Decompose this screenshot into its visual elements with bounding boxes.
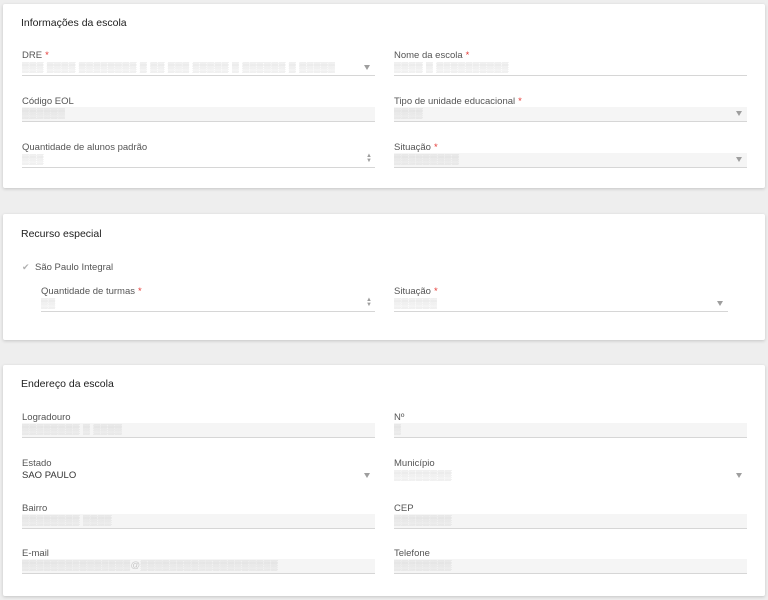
- municipio-value: ▒▒▒▒▒▒▒▒: [394, 470, 452, 481]
- codigo-eol-value: ▒▒▒▒▒▒: [22, 108, 66, 119]
- required-marker: *: [433, 142, 438, 153]
- required-marker: *: [138, 286, 142, 297]
- qtd-turmas-label: Quantidade de turmas: [41, 286, 136, 297]
- spinner-arrows-icon[interactable]: ▲ ▼: [366, 297, 372, 308]
- chevron-down-icon[interactable]: [364, 65, 370, 70]
- dre-value: ▒▒▒ ▒▒▒▒ ▒▒▒▒▒▒▒▒ ▒ ▒▒ ▒▒▒ ▒▒▒▒▒ ▒ ▒▒▒▒▒…: [22, 62, 336, 73]
- special-resource-card: Recurso especial ✔ São Paulo Integral Qu…: [3, 214, 765, 340]
- bairro-label: Bairro: [22, 503, 48, 514]
- qtd-turmas-stepper[interactable]: ▒▒ ▲ ▼: [41, 297, 375, 312]
- required-marker: *: [45, 50, 49, 61]
- cep-value: ▒▒▒▒▒▒▒▒: [394, 515, 452, 526]
- nome-escola-value: ▒▒▒▒ ▒ ▒▒▒▒▒▒▒▒▒▒: [394, 62, 509, 73]
- tipo-unidade-select[interactable]: ▒▒▒▒: [394, 107, 747, 122]
- dre-field: DRE * ▒▒▒ ▒▒▒▒ ▒▒▒▒▒▒▒▒ ▒ ▒▒ ▒▒▒ ▒▒▒▒▒ ▒ …: [22, 50, 375, 78]
- chevron-down-icon[interactable]: [364, 473, 370, 478]
- municipio-label: Município: [394, 458, 435, 469]
- required-marker: *: [465, 50, 470, 61]
- special-resource-title: Recurso especial: [21, 228, 102, 240]
- address-card: Endereço da escola Logradouro ▒▒▒▒▒▒▒▒ ▒…: [3, 365, 765, 596]
- logradouro-value: ▒▒▒▒▒▒▒▒ ▒ ▒▒▒▒: [22, 424, 123, 435]
- qtd-turmas-value: ▒▒: [41, 298, 56, 309]
- recurso-situacao-value: ▒▒▒▒▒▒: [394, 298, 438, 309]
- numero-input[interactable]: ▒: [394, 423, 747, 438]
- codigo-eol-input[interactable]: ▒▒▒▒▒▒: [22, 107, 375, 122]
- codigo-eol-label: Código EOL: [22, 96, 74, 107]
- school-info-title: Informações da escola: [21, 17, 127, 29]
- email-value: ▒▒▒▒▒▒▒▒▒▒▒▒▒▒▒@▒▒▒▒▒▒▒▒▒▒▒▒▒▒▒▒▒▒▒: [22, 560, 278, 571]
- estado-field: Estado SAO PAULO: [22, 458, 375, 486]
- email-input[interactable]: ▒▒▒▒▒▒▒▒▒▒▒▒▒▒▒@▒▒▒▒▒▒▒▒▒▒▒▒▒▒▒▒▒▒▒: [22, 559, 375, 574]
- estado-label: Estado: [22, 458, 52, 469]
- numero-value: ▒: [394, 424, 402, 435]
- situacao-label: Situação: [394, 142, 431, 153]
- dre-label: DRE: [22, 50, 43, 61]
- chevron-down-icon[interactable]: [736, 157, 742, 162]
- email-field: E-mail ▒▒▒▒▒▒▒▒▒▒▒▒▒▒▒@▒▒▒▒▒▒▒▒▒▒▒▒▒▒▒▒▒…: [22, 548, 375, 576]
- nome-escola-input[interactable]: ▒▒▒▒ ▒ ▒▒▒▒▒▒▒▒▒▒: [394, 61, 747, 76]
- checkmark-icon[interactable]: ✔: [22, 262, 30, 273]
- tipo-unidade-field: Tipo de unidade educacional * ▒▒▒▒: [394, 96, 747, 124]
- nome-escola-label: Nome da escola: [394, 50, 463, 61]
- numero-field: Nº ▒: [394, 412, 747, 440]
- sao-paulo-integral-checkbox-label[interactable]: São Paulo Integral: [35, 262, 113, 273]
- municipio-select[interactable]: ▒▒▒▒▒▒▒▒: [394, 469, 747, 483]
- required-marker: *: [433, 286, 438, 297]
- spinner-arrows-icon[interactable]: ▲ ▼: [366, 153, 372, 164]
- qtd-alunos-label: Quantidade de alunos padrão: [22, 142, 148, 153]
- tipo-unidade-value: ▒▒▒▒: [394, 108, 423, 119]
- situacao-select[interactable]: ▒▒▒▒▒▒▒▒▒: [394, 153, 747, 168]
- telefone-label: Telefone: [394, 548, 430, 559]
- municipio-field: Município ▒▒▒▒▒▒▒▒: [394, 458, 747, 486]
- recurso-situacao-select[interactable]: ▒▒▒▒▒▒: [394, 297, 728, 312]
- cep-input[interactable]: ▒▒▒▒▒▒▒▒: [394, 514, 747, 529]
- chevron-down-icon[interactable]: [736, 111, 742, 116]
- telefone-input[interactable]: ▒▒▒▒▒▒▒▒: [394, 559, 747, 574]
- qtd-alunos-value: ▒▒▒: [22, 154, 44, 165]
- estado-value: SAO PAULO: [22, 470, 77, 481]
- address-title: Endereço da escola: [21, 378, 114, 390]
- recurso-situacao-label: Situação: [394, 286, 431, 297]
- estado-select[interactable]: SAO PAULO: [22, 469, 375, 483]
- bairro-field: Bairro ▒▒▒▒▒▒▒▒ ▒▒▒▒: [22, 503, 375, 531]
- bairro-input[interactable]: ▒▒▒▒▒▒▒▒ ▒▒▒▒: [22, 514, 375, 529]
- qtd-alunos-field: Quantidade de alunos padrão ▒▒▒ ▲ ▼: [22, 142, 375, 170]
- numero-label: Nº: [394, 412, 405, 423]
- telefone-field: Telefone ▒▒▒▒▒▒▒▒: [394, 548, 747, 576]
- logradouro-label: Logradouro: [22, 412, 71, 423]
- email-label: E-mail: [22, 548, 49, 559]
- required-marker: *: [518, 96, 522, 107]
- situacao-field: Situação * ▒▒▒▒▒▒▒▒▒: [394, 142, 747, 170]
- cep-field: CEP ▒▒▒▒▒▒▒▒: [394, 503, 747, 531]
- qtd-alunos-stepper[interactable]: ▒▒▒ ▲ ▼: [22, 153, 375, 168]
- tipo-unidade-label: Tipo de unidade educacional: [394, 96, 516, 107]
- codigo-eol-field: Código EOL ▒▒▒▒▒▒: [22, 96, 375, 124]
- qtd-turmas-field: Quantidade de turmas * ▒▒ ▲ ▼: [41, 286, 375, 314]
- nome-escola-field: Nome da escola * ▒▒▒▒ ▒ ▒▒▒▒▒▒▒▒▒▒: [394, 50, 747, 78]
- school-info-card: Informações da escola DRE * ▒▒▒ ▒▒▒▒ ▒▒▒▒…: [3, 4, 765, 188]
- chevron-down-icon[interactable]: [717, 301, 723, 306]
- telefone-value: ▒▒▒▒▒▒▒▒: [394, 560, 452, 571]
- dre-select[interactable]: ▒▒▒ ▒▒▒▒ ▒▒▒▒▒▒▒▒ ▒ ▒▒ ▒▒▒ ▒▒▒▒▒ ▒ ▒▒▒▒▒…: [22, 61, 375, 76]
- cep-label: CEP: [394, 503, 414, 514]
- situacao-value: ▒▒▒▒▒▒▒▒▒: [394, 154, 460, 165]
- recurso-situacao-field: Situação * ▒▒▒▒▒▒: [394, 286, 728, 314]
- logradouro-field: Logradouro ▒▒▒▒▒▒▒▒ ▒ ▒▒▒▒: [22, 412, 375, 440]
- logradouro-input[interactable]: ▒▒▒▒▒▒▒▒ ▒ ▒▒▒▒: [22, 423, 375, 438]
- bairro-value: ▒▒▒▒▒▒▒▒ ▒▒▒▒: [22, 515, 112, 526]
- chevron-down-icon[interactable]: [736, 473, 742, 478]
